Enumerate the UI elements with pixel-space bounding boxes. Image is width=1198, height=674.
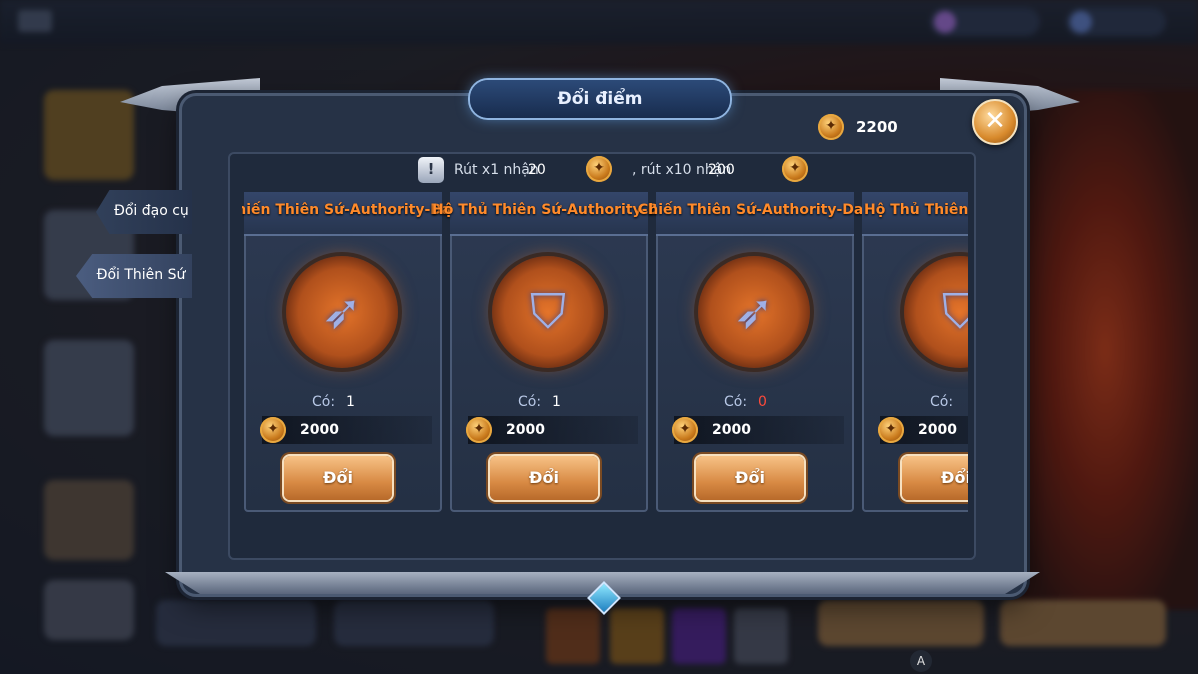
- point-coin-icon: [586, 156, 612, 182]
- exchange-button[interactable]: Đổi: [490, 456, 598, 500]
- draw-x10-value: 200: [708, 162, 735, 178]
- exchange-button[interactable]: Đổi: [902, 456, 968, 500]
- point-coin-icon: [782, 156, 808, 182]
- card-item-name: Hộ Thủ Thiên Sứ-Authority-Dark Knight: [432, 202, 742, 218]
- draw-x1-value: 20: [528, 162, 546, 178]
- exchange-card: Chiến Thiên Sứ-Authority-Dark Wizard ➶ C…: [638, 192, 939, 512]
- tab-label: Đổi Thiên Sứ: [96, 267, 186, 283]
- item-slot[interactable]: ⛉: [492, 256, 604, 368]
- exchange-button[interactable]: Đổi: [284, 456, 392, 500]
- tab-exchange-items[interactable]: Đổi đạo cụ: [96, 190, 192, 234]
- owned-count: 1: [552, 394, 561, 410]
- card-item-name: Chiến Thiên Sứ-Authority-Dark Knight: [242, 202, 525, 218]
- item-slot[interactable]: ⛉: [904, 256, 968, 368]
- owned-count: 1: [346, 394, 355, 410]
- point-coin-icon: [672, 417, 698, 443]
- price-value: 2000: [918, 422, 957, 438]
- shield-icon: ⛉: [529, 284, 566, 340]
- price-row: 2000: [878, 416, 968, 444]
- exchange-button-label: Đổi: [941, 468, 968, 487]
- owned-label: Có:: [724, 394, 748, 410]
- item-slot[interactable]: ➶: [286, 256, 398, 368]
- owned-label: Có:: [518, 394, 542, 410]
- tab-exchange-angels[interactable]: Đổi Thiên Sứ: [76, 254, 192, 298]
- info-icon[interactable]: !: [418, 157, 444, 183]
- point-coin-icon: [818, 114, 844, 140]
- exchange-card: Chiến Thiên Sứ-Authority-Dark Knight ➶ C…: [242, 192, 525, 512]
- price-row: 2000: [466, 416, 638, 444]
- close-button[interactable]: ✕: [972, 99, 1018, 145]
- cards-list[interactable]: Chiến Thiên Sứ-Authority-Dark Knight ➶ C…: [242, 192, 968, 522]
- owned-label: Có:: [930, 394, 954, 410]
- shield-icon: ⛉: [941, 284, 968, 340]
- draw-x1-label: Rút x1 nhận: [454, 162, 539, 178]
- dialog-title-plate: Đổi điểm: [470, 80, 730, 118]
- point-coin-icon: [466, 417, 492, 443]
- dialog-title: Đổi điểm: [557, 89, 643, 109]
- price-value: 2000: [506, 422, 545, 438]
- owned-count: 0: [758, 394, 767, 410]
- close-icon: ✕: [984, 106, 1006, 136]
- point-coin-icon: [878, 417, 904, 443]
- owned-label: Có:: [312, 394, 336, 410]
- card-item-name: Chiến Thiên Sứ-Authority-Dark Wizard: [638, 202, 940, 218]
- crossbow-icon: ➶: [733, 284, 775, 340]
- points-balance: 2200: [856, 118, 898, 136]
- point-coin-icon: [260, 417, 286, 443]
- exchange-button[interactable]: Đổi: [696, 456, 804, 500]
- exchange-card: Hộ Thủ Thiên Sứ-Authority ⛉ Có: 2000 Đổi: [862, 192, 968, 512]
- price-value: 2000: [300, 422, 339, 438]
- price-row: 2000: [260, 416, 432, 444]
- bottom-hint-badge: A: [910, 650, 932, 672]
- card-item-name: Hộ Thủ Thiên Sứ-Authority: [864, 202, 968, 218]
- price-value: 2000: [712, 422, 751, 438]
- tab-label: Đổi đạo cụ: [114, 203, 189, 219]
- exchange-button-label: Đổi: [529, 468, 559, 487]
- price-row: 2000: [672, 416, 844, 444]
- exchange-card: Hộ Thủ Thiên Sứ-Authority-Dark Knight ⛉ …: [432, 192, 742, 512]
- item-slot[interactable]: ➶: [698, 256, 810, 368]
- exchange-button-label: Đổi: [323, 468, 353, 487]
- crossbow-icon: ➶: [321, 284, 363, 340]
- exchange-button-label: Đổi: [735, 468, 765, 487]
